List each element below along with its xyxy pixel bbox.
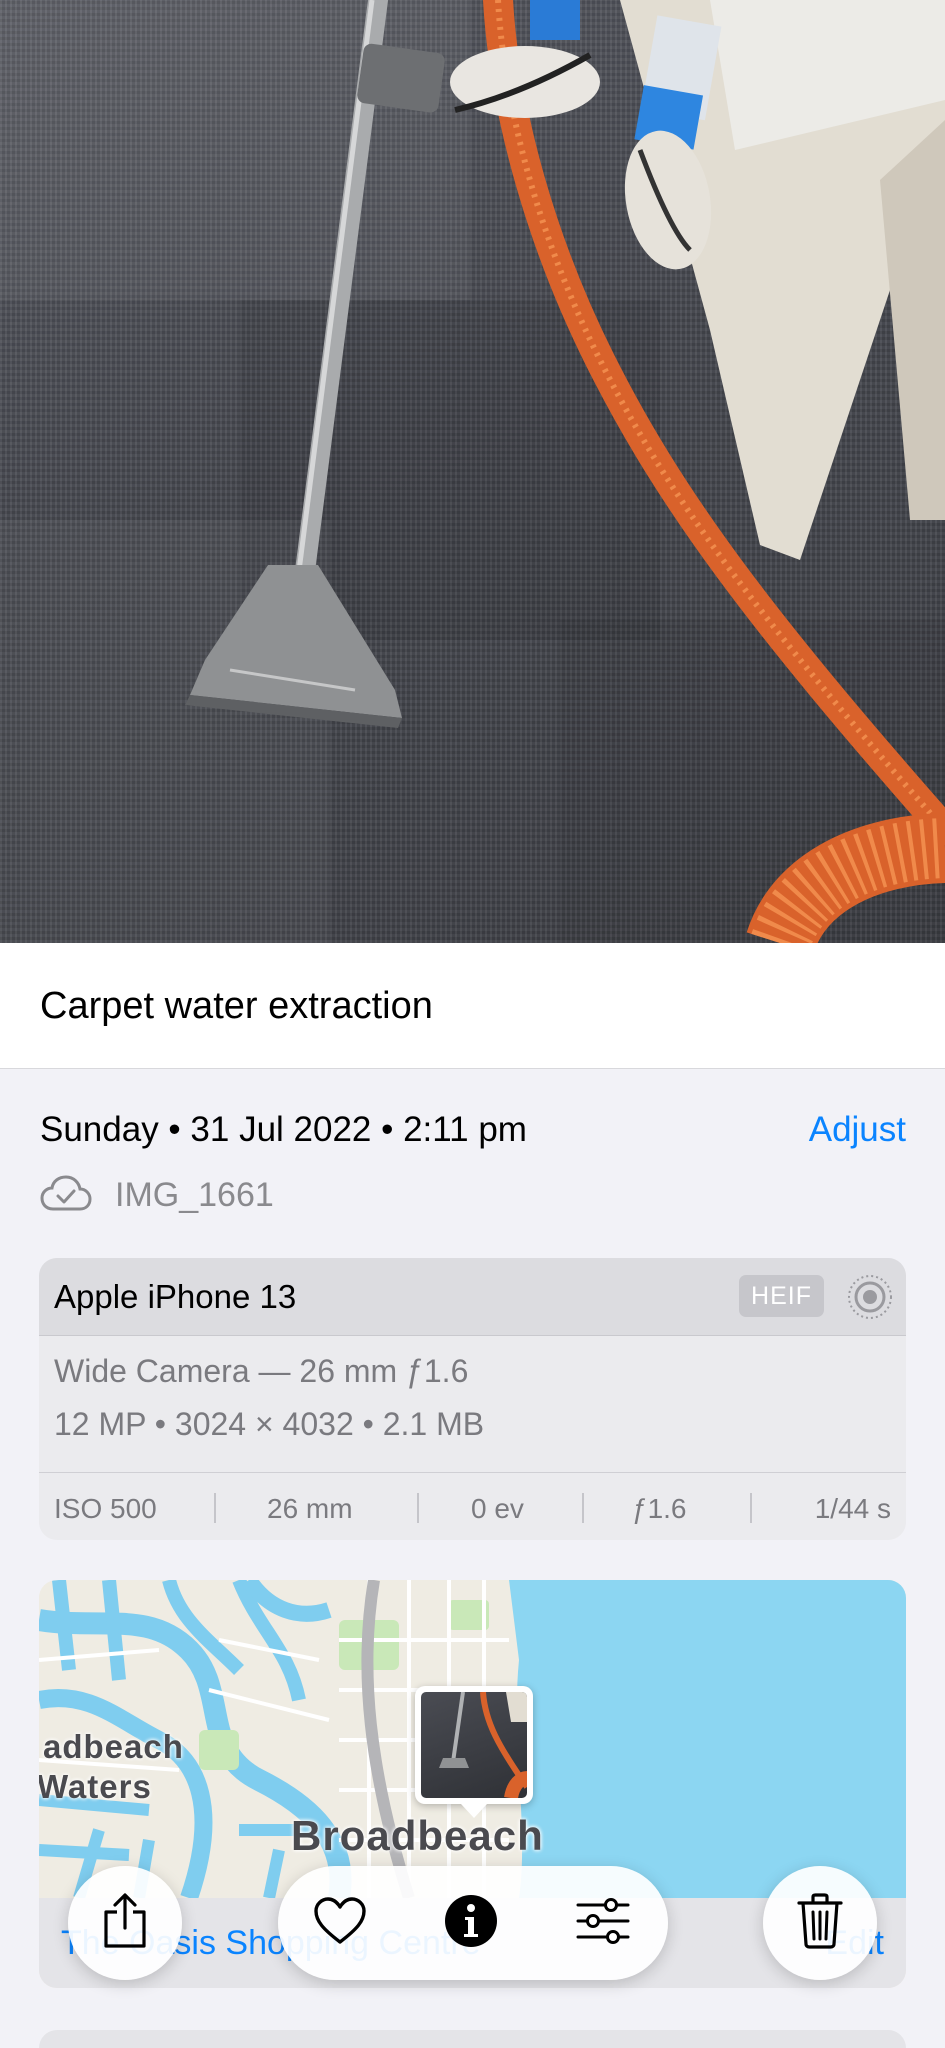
next-section-card — [39, 2030, 906, 2048]
photo-action-group — [278, 1866, 668, 1980]
share-icon — [100, 1892, 150, 1955]
delete-button[interactable] — [763, 1866, 877, 1980]
date-time: Sunday • 31 Jul 2022 • 2:11 pm — [40, 1110, 527, 1149]
caption-field[interactable]: Carpet water extraction — [0, 943, 945, 1069]
pin-thumbnail — [421, 1692, 527, 1798]
adjust-date-button[interactable]: Adjust — [809, 1110, 906, 1150]
map-label-waters: adbeach — [43, 1728, 184, 1765]
camera-model: Apple iPhone 13 — [54, 1278, 297, 1315]
exif-focal: 26 mm — [267, 1493, 353, 1524]
exif-divider — [417, 1493, 419, 1523]
edit-adjust-button[interactable] — [573, 1893, 633, 1953]
exif-ev: 0 ev — [471, 1493, 524, 1524]
camera-info-card: Apple iPhone 13 HEIF Wide Camera — 26 mm… — [39, 1258, 906, 1540]
format-badge: HEIF — [739, 1275, 824, 1317]
photo-location-pin[interactable] — [415, 1686, 533, 1818]
photo[interactable] — [0, 0, 945, 943]
exif-divider — [750, 1493, 752, 1523]
exif-row: ISO 500 26 mm 0 ev ƒ1.6 1/44 s — [39, 1472, 906, 1540]
info-icon — [444, 1894, 498, 1953]
exif-divider — [582, 1493, 584, 1523]
caption-text[interactable]: Carpet water extraction — [40, 985, 433, 1028]
icloud-check-icon — [40, 1174, 92, 1214]
camera-header: Apple iPhone 13 HEIF — [39, 1258, 906, 1336]
map-label-waters: Waters — [39, 1768, 152, 1805]
photo-content — [0, 0, 945, 943]
live-photo-icon — [846, 1273, 894, 1321]
exif-divider — [214, 1493, 216, 1523]
share-button[interactable] — [68, 1866, 182, 1980]
trash-icon — [796, 1892, 844, 1955]
lens-info: Wide Camera — 26 mm ƒ1.6 — [54, 1353, 469, 1389]
image-specs: 12 MP • 3024 × 4032 • 2.1 MB — [54, 1406, 485, 1442]
map-label-suburb: Broadbeach — [291, 1812, 544, 1859]
date-row: Sunday • 31 Jul 2022 • 2:11 pm Adjust — [40, 1108, 906, 1156]
exif-aperture: ƒ1.6 — [632, 1493, 687, 1524]
favorite-button[interactable] — [310, 1893, 370, 1953]
exif-iso: ISO 500 — [54, 1493, 157, 1524]
file-name: IMG_1661 — [115, 1176, 274, 1214]
heart-icon — [313, 1896, 367, 1950]
info-button[interactable] — [441, 1893, 501, 1953]
exif-shutter: 1/44 s — [814, 1493, 891, 1524]
sliders-icon — [575, 1896, 631, 1951]
